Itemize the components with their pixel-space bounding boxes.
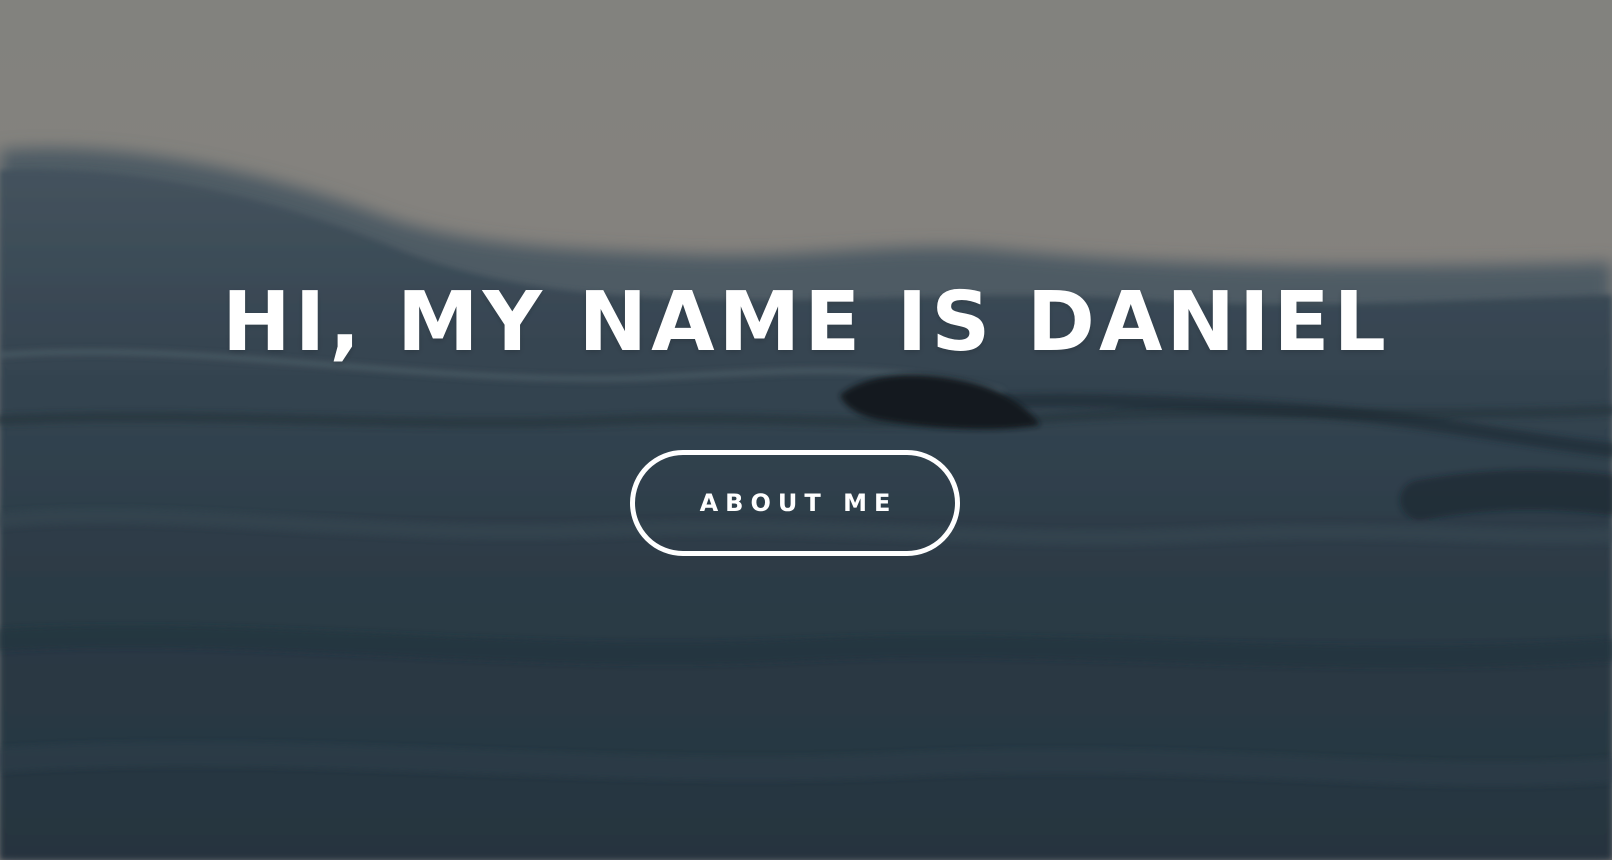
hero-section: HI, MY NAME IS DANIEL ABOUT ME xyxy=(0,0,1612,860)
hero-content: HI, MY NAME IS DANIEL ABOUT ME xyxy=(0,0,1612,860)
hero-title: HI, MY NAME IS DANIEL xyxy=(222,275,1390,370)
about-me-button[interactable]: ABOUT ME xyxy=(630,450,960,556)
